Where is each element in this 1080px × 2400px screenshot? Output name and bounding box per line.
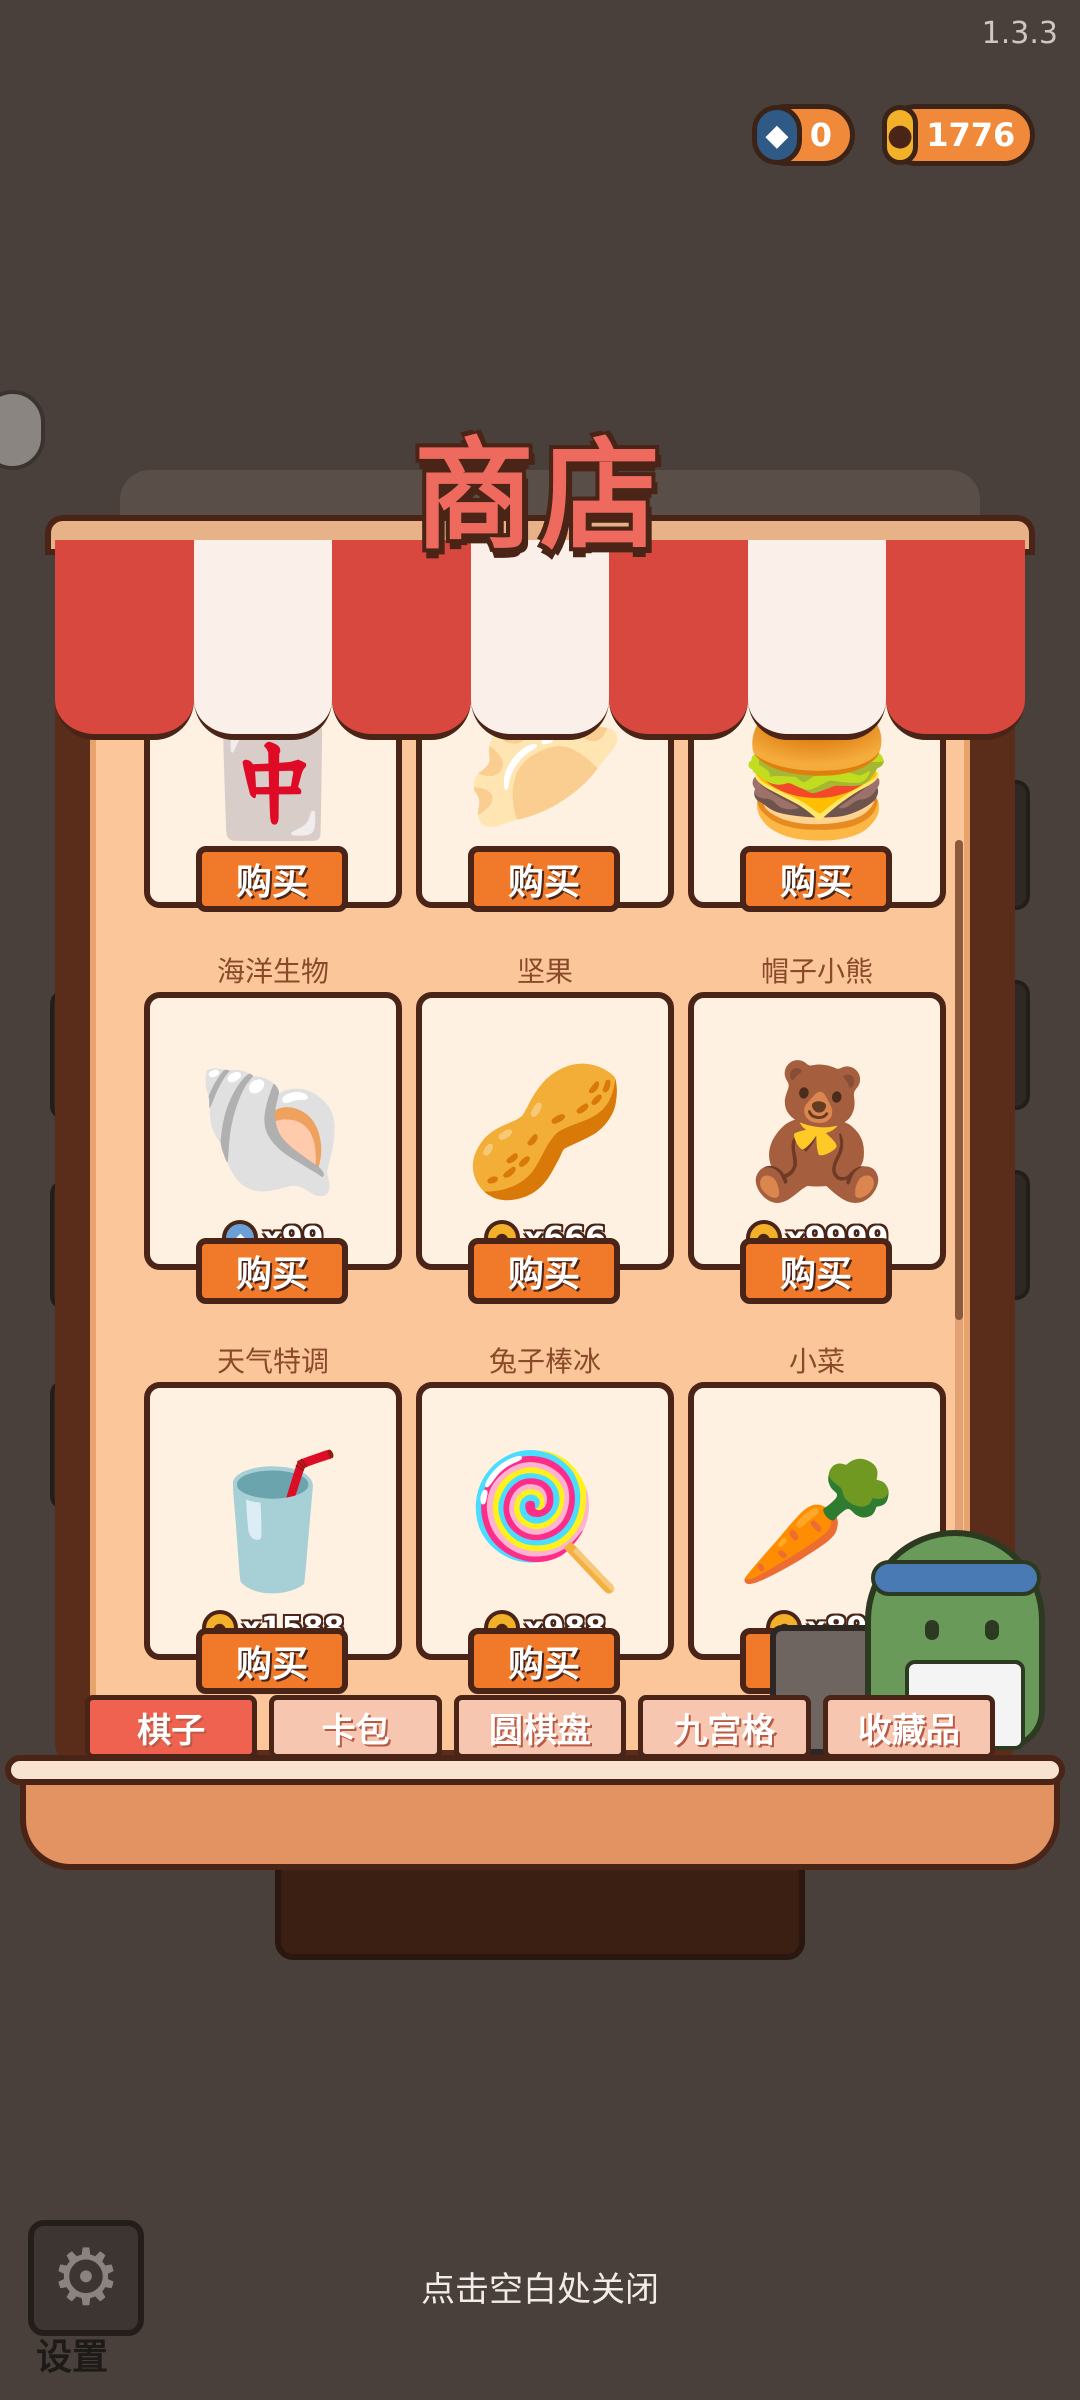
buy-button[interactable]: 购买 bbox=[468, 1628, 620, 1694]
tab-card-pack[interactable]: 卡包 bbox=[269, 1695, 442, 1759]
buy-button[interactable]: 购买 bbox=[468, 1238, 620, 1304]
tab-round-board[interactable]: 圆棋盘 bbox=[453, 1695, 627, 1759]
shopkeeper-headband bbox=[871, 1560, 1041, 1596]
shop-item: 坚果 🥜 ● x666 bbox=[416, 952, 674, 1270]
shop-tabs: 棋子 卡包 圆棋盘 九宫格 收藏品 bbox=[85, 1695, 996, 1759]
version-label: 1.3.3 bbox=[981, 16, 1058, 51]
tab-collectibles[interactable]: 收藏品 bbox=[822, 1695, 996, 1759]
shopkeeper-eye bbox=[985, 1620, 999, 1640]
scrollbar-thumb[interactable] bbox=[955, 840, 963, 1320]
item-name: 海洋生物 bbox=[216, 955, 329, 988]
shopkeeper-eye bbox=[925, 1620, 939, 1640]
awning-stripe bbox=[55, 540, 194, 740]
item-card[interactable]: 🥤 ● x1588 bbox=[144, 1382, 402, 1660]
item-name: 坚果 bbox=[516, 955, 573, 988]
shop-item: 帽子小熊 🧸 ● x9999 bbox=[688, 952, 946, 1270]
chat-bubble-button[interactable] bbox=[0, 390, 45, 470]
item-name: 天气特调 bbox=[216, 1345, 329, 1378]
buy-button[interactable]: 购买 bbox=[468, 846, 620, 912]
item-card[interactable]: 🍭 ● x988 bbox=[416, 1382, 674, 1660]
item-card[interactable]: 🐚 ◆ x99 bbox=[144, 992, 402, 1270]
gem-counter[interactable]: ◆ 0 bbox=[752, 104, 855, 166]
shop-item: 海洋生物 🐚 ◆ x99 bbox=[144, 952, 402, 1270]
close-hint[interactable]: 点击空白处关闭 bbox=[0, 2262, 1080, 2311]
settings-button[interactable]: ⚙ bbox=[28, 2220, 144, 2336]
shop-counter bbox=[5, 1755, 1065, 1785]
shop-item: 天气特调 🥤 ● x1588 bbox=[144, 1342, 402, 1660]
coin-counter[interactable]: ● 1776 bbox=[882, 104, 1035, 166]
buy-button[interactable]: 购买 bbox=[196, 1628, 348, 1694]
tab-pieces[interactable]: 棋子 bbox=[85, 1695, 258, 1759]
buy-button[interactable]: 购买 bbox=[740, 846, 892, 912]
coin-value: 1776 bbox=[926, 116, 1016, 154]
item-name: 小菜 bbox=[788, 1345, 845, 1378]
item-name: 帽子小熊 bbox=[760, 955, 873, 988]
shop-item-area: 🀄 ● x666 购买 🥟 ◆ x88 购买 🍔 ◆ x128 购买 bbox=[90, 700, 970, 1750]
gear-icon: ⚙ bbox=[51, 2233, 121, 2323]
shop-counter-front bbox=[20, 1780, 1060, 1870]
shop-title: 商店 bbox=[414, 427, 666, 566]
item-card[interactable]: 🥜 ● x666 bbox=[416, 992, 674, 1270]
coin-icon: ● bbox=[882, 105, 919, 165]
gem-icon: ◆ bbox=[752, 105, 802, 165]
gem-value: 0 bbox=[809, 116, 832, 154]
item-card[interactable]: 🧸 ● x9999 bbox=[688, 992, 946, 1270]
tab-nine-grid[interactable]: 九宫格 bbox=[638, 1695, 811, 1759]
awning-stripe bbox=[193, 540, 333, 740]
item-name: 兔子棒冰 bbox=[488, 1345, 601, 1378]
shop-title-wrap: 商店 bbox=[385, 395, 695, 575]
buy-button[interactable]: 购买 bbox=[740, 1238, 892, 1304]
buy-button[interactable]: 购买 bbox=[196, 1238, 348, 1304]
shop-item: 兔子棒冰 🍭 ● x988 bbox=[416, 1342, 674, 1660]
awning-stripe bbox=[886, 540, 1026, 740]
settings-label: 设置 bbox=[36, 2337, 109, 2378]
buy-button[interactable]: 购买 bbox=[196, 846, 348, 912]
awning-stripe bbox=[747, 540, 887, 740]
